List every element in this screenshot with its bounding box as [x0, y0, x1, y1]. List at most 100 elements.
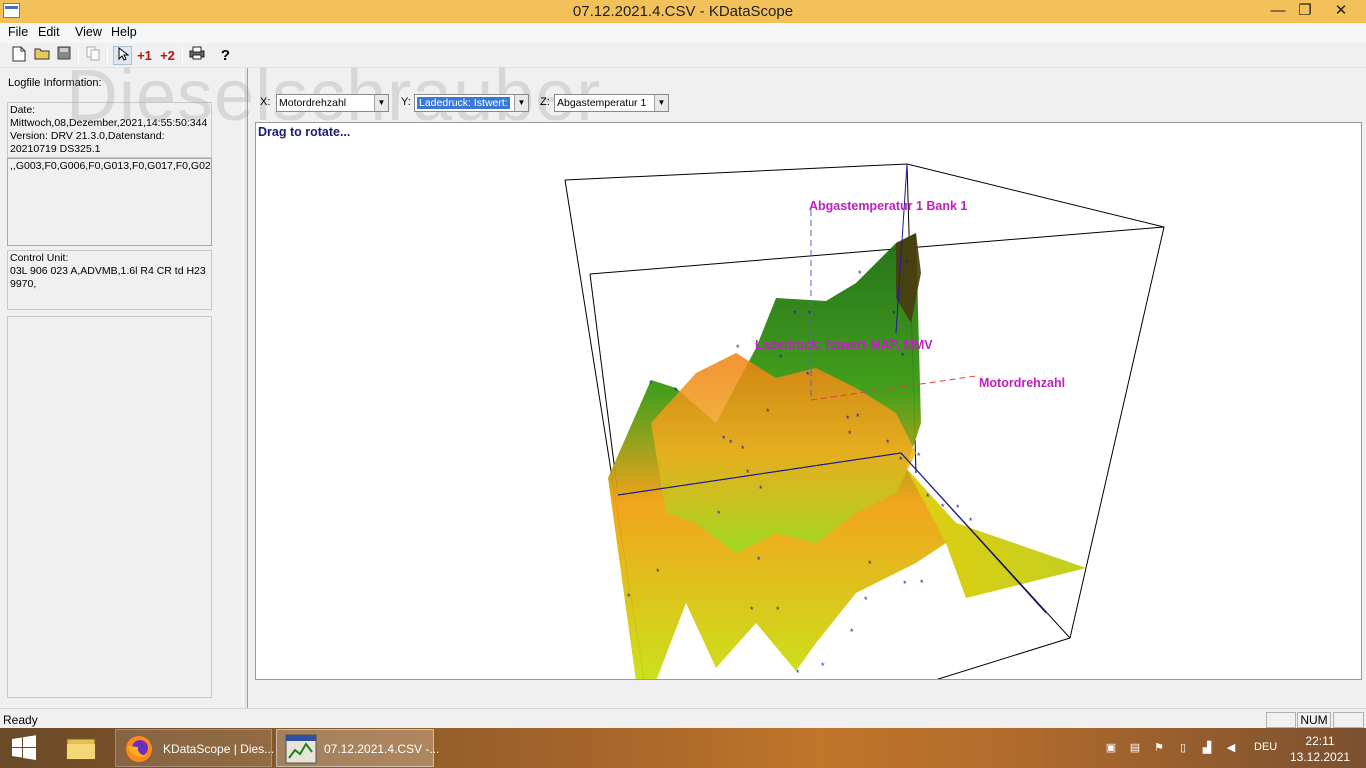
svg-text:*: * [926, 492, 930, 502]
svg-text:*: * [899, 455, 903, 465]
marker-plus2-icon[interactable]: +2 [158, 46, 177, 65]
taskbar-file-explorer[interactable] [58, 729, 106, 767]
num-lock-indicator: NUM [1297, 712, 1331, 728]
svg-text:*: * [846, 414, 850, 424]
taskbar-firefox-label: KDataScope | Dies... [163, 742, 275, 756]
svg-text:*: * [736, 343, 740, 353]
x-axis-select[interactable]: Motordrehzahl ▼ [276, 94, 389, 112]
3d-surface-plot[interactable]: *** * **** **** * *** **** *** * **** ** ** … [256, 123, 1362, 680]
svg-text:*: * [750, 605, 754, 615]
svg-text:*: * [868, 559, 872, 569]
z-axis-label: Z: [540, 96, 550, 108]
svg-text:*: * [850, 627, 854, 637]
tray-monitor-icon[interactable]: ▤ [1128, 742, 1142, 755]
language-indicator[interactable]: DEU [1254, 741, 1277, 753]
svg-text:*: * [848, 429, 852, 439]
y-axis-value: Ladedruck: Istwert: [417, 97, 510, 109]
toolbar-separator [107, 47, 108, 64]
toolbar-separator [182, 47, 183, 64]
open-folder-icon[interactable] [32, 46, 51, 65]
taskbar-firefox[interactable]: KDataScope | Dies... [115, 729, 275, 767]
logfile-info-panel: Logfile Information: Date: Mittwoch,08,D… [0, 68, 248, 708]
svg-text:*: * [722, 434, 726, 444]
menu-edit[interactable]: Edit [38, 25, 60, 39]
firefox-icon [126, 736, 152, 762]
svg-text:*: * [920, 578, 924, 588]
surface-mesh [608, 233, 1086, 679]
print-icon[interactable] [187, 46, 206, 65]
volume-icon[interactable]: ◀ [1224, 742, 1238, 755]
flag-icon[interactable]: ⚑ [1152, 742, 1166, 755]
svg-text:*: * [901, 351, 905, 361]
svg-text:*: * [674, 386, 678, 396]
svg-text:*: * [746, 468, 750, 478]
svg-text:*: * [941, 502, 945, 512]
window-title: 07.12.2021.4.CSV - KDataScope [572, 3, 794, 20]
svg-text:*: * [759, 484, 763, 494]
y-axis-title: Ladedruck: Istwert-MAP, MMV [755, 338, 933, 352]
status-bar: Ready NUM [0, 708, 1366, 728]
status-text: Ready [3, 713, 38, 727]
svg-text:*: * [766, 407, 770, 417]
context-help-icon[interactable]: ? [216, 46, 235, 65]
minimize-button[interactable]: — [1263, 0, 1293, 23]
svg-text:*: * [796, 668, 800, 678]
save-icon[interactable] [54, 46, 73, 65]
date-info-box: Date: Mittwoch,08,Dezember,2021,14:55:50… [7, 102, 212, 158]
svg-text:*: * [969, 516, 973, 526]
svg-text:*: * [917, 451, 921, 461]
svg-text:*: * [806, 370, 810, 380]
svg-text:*: * [717, 509, 721, 519]
restore-button[interactable]: ❐ [1290, 0, 1320, 23]
chevron-down-icon[interactable]: ▼ [654, 95, 668, 111]
chevron-down-icon[interactable]: ▼ [374, 95, 388, 111]
taskbar-kdatascope[interactable]: 07.12.2021.4.CSV -... [276, 729, 439, 767]
power-icon[interactable]: ▯ [1176, 742, 1190, 755]
taskbar: KDataScope | Dies... 07.12.2021.4.CSV -.… [0, 728, 1366, 768]
svg-text:*: * [864, 595, 868, 605]
toolbar-separator [78, 47, 79, 64]
windows-logo-icon [12, 735, 36, 760]
groups-box[interactable]: ,,G003,F0,G006,F0,G013,F0,G017,F0,G02 [7, 158, 212, 246]
new-file-icon[interactable] [9, 46, 28, 65]
copy-icon[interactable] [84, 46, 103, 65]
svg-text:*: * [821, 661, 825, 671]
svg-text:*: * [776, 605, 780, 615]
panel-splitter[interactable] [243, 68, 247, 708]
close-button[interactable]: ✕ [1326, 0, 1356, 23]
start-button[interactable] [0, 729, 48, 767]
kdatascope-icon [285, 734, 317, 764]
menu-bar: File Edit View Help [0, 23, 1366, 43]
pointer-icon[interactable] [113, 46, 132, 65]
title-bar: 07.12.2021.4.CSV - KDataScope — ❐ ✕ [0, 0, 1366, 23]
menu-help[interactable]: Help [111, 25, 137, 39]
tray-display-icon[interactable]: ▣ [1104, 742, 1118, 755]
control-unit-box: Control Unit: 03L 906 023 A,ADVMB,1.6l R… [7, 250, 212, 310]
y-axis-select[interactable]: Ladedruck: Istwert: ▼ [414, 94, 529, 112]
svg-text:*: * [808, 309, 812, 319]
svg-text:*: * [886, 438, 890, 448]
z-axis-select[interactable]: Abgastemperatur 1 ▼ [554, 94, 669, 112]
menu-file[interactable]: File [8, 25, 28, 39]
taskbar-kdatascope-label: 07.12.2021.4.CSV -... [324, 742, 440, 756]
taskbar-clock[interactable]: 22:11 13.12.2021 [1290, 733, 1350, 765]
svg-text:*: * [627, 592, 631, 602]
empty-info-box [7, 316, 212, 698]
svg-text:*: * [779, 353, 783, 363]
svg-text:*: * [892, 309, 896, 319]
3d-plot-area[interactable]: Drag to rotate... * * * * * * * * * * * … [255, 122, 1362, 680]
x-axis-label: X: [260, 96, 271, 108]
toolbar: +1 +2 ? [0, 43, 1366, 68]
z-axis-title: Abgastemperatur 1 Bank 1 [809, 199, 967, 213]
logfile-info-title: Logfile Information: [8, 77, 102, 89]
folder-icon [66, 738, 96, 760]
svg-text:*: * [729, 438, 733, 448]
chevron-down-icon[interactable]: ▼ [514, 95, 528, 111]
clock-time: 22:11 [1305, 734, 1335, 748]
marker-plus1-icon[interactable]: +1 [135, 46, 154, 65]
svg-text:*: * [956, 503, 960, 513]
menu-view[interactable]: View [75, 25, 102, 39]
network-signal-icon[interactable]: ▟ [1200, 742, 1214, 755]
svg-text:*: * [649, 379, 653, 389]
svg-text:*: * [903, 579, 907, 589]
